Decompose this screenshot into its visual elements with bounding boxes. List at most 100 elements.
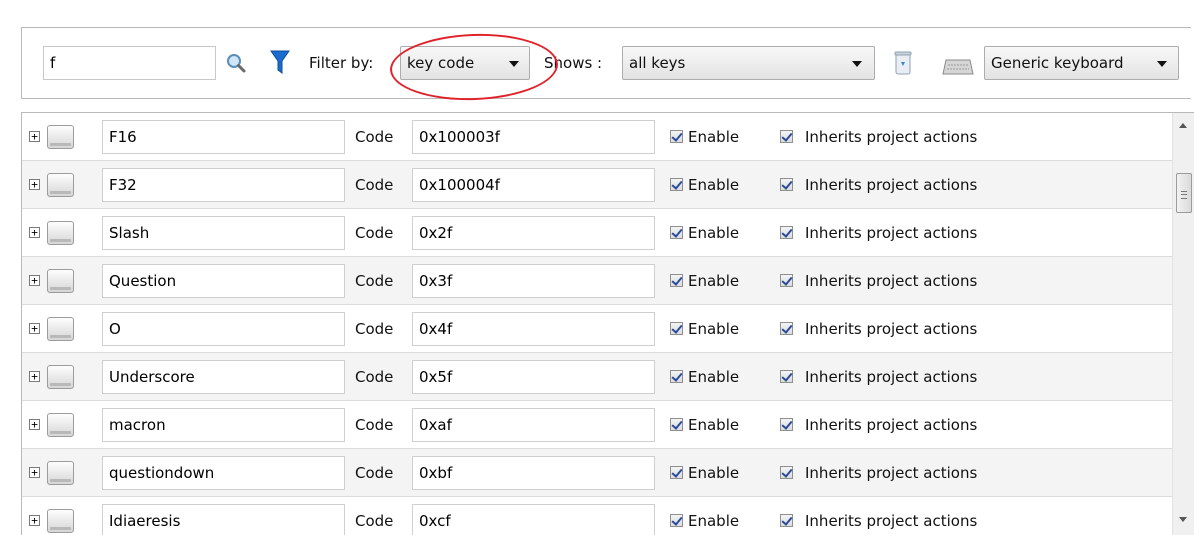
key-code-field[interactable] <box>412 408 655 442</box>
expand-icon[interactable]: + <box>29 227 40 238</box>
key-list: + Code Enable Inherits project actions + Code… <box>21 112 1194 535</box>
table-row: + Code Enable Inherits project actions <box>22 353 1172 401</box>
chevron-down-icon <box>1157 61 1167 67</box>
enable-label: Enable <box>688 512 740 530</box>
inherits-label: Inherits project actions <box>805 512 978 530</box>
key-code-field[interactable] <box>412 168 655 202</box>
scroll-down-icon[interactable] <box>1179 517 1187 522</box>
code-label: Code <box>355 416 394 434</box>
code-label: Code <box>355 224 394 242</box>
enable-label: Enable <box>688 368 740 386</box>
enable-checkbox[interactable] <box>670 322 683 335</box>
enable-label: Enable <box>688 320 740 338</box>
inherits-label: Inherits project actions <box>805 320 978 338</box>
code-label: Code <box>355 464 394 482</box>
inherits-checkbox[interactable] <box>780 418 793 431</box>
scroll-up-icon[interactable] <box>1179 123 1187 128</box>
table-row: + Code Enable Inherits project actions <box>22 209 1172 257</box>
code-label: Code <box>355 176 394 194</box>
grip-icon <box>1181 191 1187 199</box>
keyboard-dropdown[interactable]: Generic keyboard <box>984 46 1179 80</box>
enable-label: Enable <box>688 464 740 482</box>
enable-checkbox[interactable] <box>670 370 683 383</box>
key-name-field[interactable] <box>102 408 345 442</box>
filter-by-dropdown[interactable]: key code <box>400 46 530 80</box>
keyboard-icon[interactable] <box>942 54 974 76</box>
key-name-field[interactable] <box>102 264 345 298</box>
key-icon <box>47 365 74 389</box>
inherits-checkbox[interactable] <box>780 514 793 527</box>
key-icon <box>47 461 74 485</box>
key-name-field[interactable] <box>102 456 345 490</box>
expand-icon[interactable]: + <box>29 467 40 478</box>
enable-checkbox[interactable] <box>670 226 683 239</box>
inherits-label: Inherits project actions <box>805 272 978 290</box>
chevron-down-icon <box>852 61 862 67</box>
key-code-field[interactable] <box>412 456 655 490</box>
key-code-field[interactable] <box>412 360 655 394</box>
key-icon <box>47 317 74 341</box>
expand-icon[interactable]: + <box>29 371 40 382</box>
table-row: + Code Enable Inherits project actions <box>22 161 1172 209</box>
search-input[interactable] <box>43 46 216 80</box>
inherits-checkbox[interactable] <box>780 274 793 287</box>
inherits-label: Inherits project actions <box>805 464 978 482</box>
enable-checkbox[interactable] <box>670 466 683 479</box>
enable-label: Enable <box>688 272 740 290</box>
inherits-label: Inherits project actions <box>805 224 978 242</box>
enable-checkbox[interactable] <box>670 274 683 287</box>
key-name-field[interactable] <box>102 360 345 394</box>
keyboard-value: Generic keyboard <box>991 54 1124 72</box>
key-code-field[interactable] <box>412 264 655 298</box>
key-name-field[interactable] <box>102 216 345 250</box>
enable-checkbox[interactable] <box>670 418 683 431</box>
key-name-field[interactable] <box>102 168 345 202</box>
expand-icon[interactable]: + <box>29 275 40 286</box>
key-code-field[interactable] <box>412 504 655 535</box>
key-code-field[interactable] <box>412 216 655 250</box>
expand-icon[interactable]: + <box>29 131 40 142</box>
enable-checkbox[interactable] <box>670 130 683 143</box>
scroll-thumb[interactable] <box>1176 173 1192 213</box>
shows-dropdown[interactable]: all keys <box>622 46 875 80</box>
inherits-checkbox[interactable] <box>780 130 793 143</box>
enable-checkbox[interactable] <box>670 178 683 191</box>
vertical-scrollbar[interactable] <box>1172 113 1194 535</box>
enable-label: Enable <box>688 128 740 146</box>
inherits-checkbox[interactable] <box>780 466 793 479</box>
table-row: + Code Enable Inherits project actions <box>22 113 1172 161</box>
inherits-label: Inherits project actions <box>805 368 978 386</box>
key-code-field[interactable] <box>412 120 655 154</box>
filter-by-value: key code <box>407 54 475 72</box>
filter-by-label: Filter by: <box>309 54 374 72</box>
code-label: Code <box>355 512 394 530</box>
key-icon <box>47 125 74 149</box>
shows-label: Shows : <box>544 54 603 72</box>
key-code-field[interactable] <box>412 312 655 346</box>
key-name-field[interactable] <box>102 120 345 154</box>
code-label: Code <box>355 320 394 338</box>
key-name-field[interactable] <box>102 312 345 346</box>
table-row: + Code Enable Inherits project actions <box>22 305 1172 353</box>
expand-icon[interactable]: + <box>29 179 40 190</box>
inherits-label: Inherits project actions <box>805 176 978 194</box>
expand-icon[interactable]: + <box>29 419 40 430</box>
inherits-checkbox[interactable] <box>780 178 793 191</box>
trash-icon[interactable] <box>894 50 912 76</box>
inherits-checkbox[interactable] <box>780 370 793 383</box>
expand-icon[interactable]: + <box>29 323 40 334</box>
key-name-field[interactable] <box>102 504 345 535</box>
enable-label: Enable <box>688 176 740 194</box>
enable-label: Enable <box>688 224 740 242</box>
table-row: + Code Enable Inherits project actions <box>22 449 1172 497</box>
funnel-icon[interactable] <box>270 49 290 75</box>
inherits-label: Inherits project actions <box>805 416 978 434</box>
key-icon <box>47 413 74 437</box>
key-icon <box>47 173 74 197</box>
expand-icon[interactable]: + <box>29 515 40 526</box>
inherits-checkbox[interactable] <box>780 322 793 335</box>
enable-checkbox[interactable] <box>670 514 683 527</box>
inherits-checkbox[interactable] <box>780 226 793 239</box>
magnifier-icon[interactable] <box>225 52 247 74</box>
key-icon <box>47 269 74 293</box>
